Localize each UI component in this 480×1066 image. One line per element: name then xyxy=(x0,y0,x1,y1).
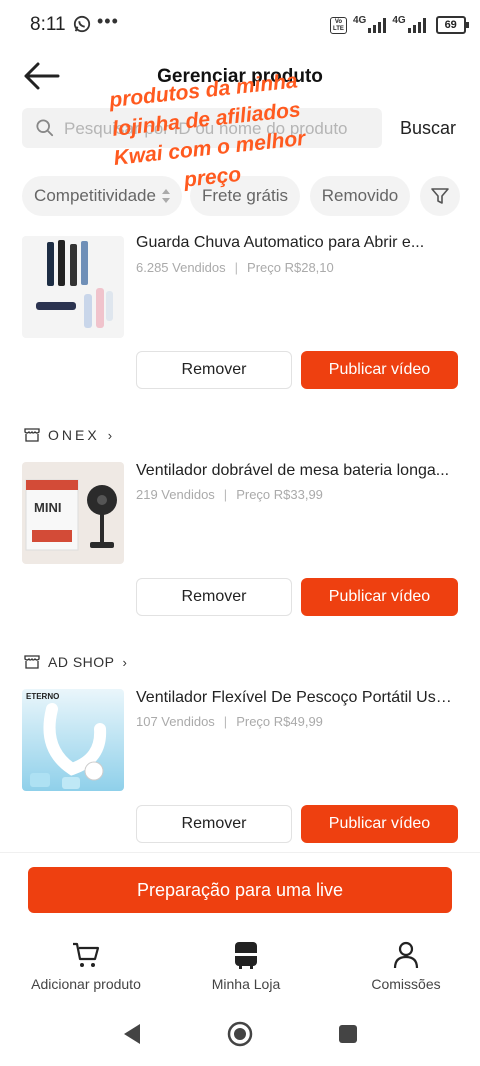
shop-link-onex[interactable]: ONEX › xyxy=(24,425,113,445)
volte-icon: Vo LTE xyxy=(330,16,347,34)
nav-recents-icon[interactable] xyxy=(338,1024,358,1044)
product-name[interactable]: Ventilador dobrável de mesa bateria long… xyxy=(136,462,456,480)
network-type-1: 4G xyxy=(353,14,367,26)
product-price: Preço R$28,10 xyxy=(247,260,334,275)
filter-label: Removido xyxy=(321,186,399,205)
filter-funnel-icon xyxy=(431,188,449,204)
tab-label: Adicionar produto xyxy=(31,976,141,992)
network-type-2: 4G xyxy=(392,14,406,26)
shop-name: AD SHOP xyxy=(48,654,115,670)
chevron-right-icon: › xyxy=(122,654,128,670)
status-bar: 8:11 ••• Vo LTE 4G 4G 69 xyxy=(0,0,480,52)
signal-icon-2 xyxy=(407,17,426,33)
cart-icon xyxy=(73,942,100,967)
system-nav-bar xyxy=(0,1010,480,1066)
store-bag-icon xyxy=(235,942,257,969)
store-icon xyxy=(24,428,40,442)
search-button[interactable]: Buscar xyxy=(400,118,456,139)
divider xyxy=(0,852,480,853)
nav-home-icon[interactable] xyxy=(227,1021,253,1047)
live-preparation-button[interactable]: Preparação para uma live xyxy=(28,867,452,913)
filter-button[interactable] xyxy=(420,176,460,216)
product-meta: 6.285 Vendidos | Preço R$28,10 xyxy=(136,260,334,275)
shop-name: ONEX xyxy=(48,427,100,443)
nav-back-icon[interactable] xyxy=(122,1022,142,1046)
product-image-fan[interactable]: MINI xyxy=(22,462,124,564)
signal-icon-1 xyxy=(368,17,387,33)
product-sold: 6.285 Vendidos xyxy=(136,260,226,275)
product-image-neck-fan[interactable]: ETERNO xyxy=(22,689,124,791)
product-name[interactable]: Ventilador Flexível De Pescoço Portátil … xyxy=(136,689,456,707)
product-sold: 107 Vendidos xyxy=(136,714,215,729)
product-box-brand: MINI xyxy=(34,500,61,515)
filter-removido[interactable]: Removido xyxy=(310,176,410,216)
person-icon xyxy=(393,941,419,969)
product-box-brand: ETERNO xyxy=(26,692,59,701)
more-notifications-icon: ••• xyxy=(97,11,119,31)
product-price: Preço R$49,99 xyxy=(236,714,323,729)
remove-button[interactable]: Remover xyxy=(136,578,292,616)
shop-link-ad-shop[interactable]: AD SHOP › xyxy=(24,652,127,672)
search-icon xyxy=(36,119,54,137)
tab-comissoes[interactable]: Comissões xyxy=(326,940,480,992)
product-meta: 107 Vendidos | Preço R$49,99 xyxy=(136,714,323,729)
store-icon xyxy=(24,655,40,669)
chevron-right-icon: › xyxy=(107,427,113,443)
whatsapp-icon xyxy=(73,15,91,33)
tab-adicionar-produto[interactable]: Adicionar produto xyxy=(6,940,166,992)
product-name[interactable]: Guarda Chuva Automatico para Abrir e... xyxy=(136,234,456,252)
remove-button[interactable]: Remover xyxy=(136,805,292,843)
tab-label: Comissões xyxy=(371,976,441,992)
product-meta: 219 Vendidos | Preço R$33,99 xyxy=(136,487,323,502)
remove-button[interactable]: Remover xyxy=(136,351,292,389)
status-time: 8:11 xyxy=(30,14,66,35)
publish-video-button[interactable]: Publicar vídeo xyxy=(301,805,458,843)
battery-icon: 69 xyxy=(435,16,469,34)
publish-video-button[interactable]: Publicar vídeo xyxy=(301,351,458,389)
product-sold: 219 Vendidos xyxy=(136,487,215,502)
tab-label: Minha Loja xyxy=(211,976,281,992)
publish-video-button[interactable]: Publicar vídeo xyxy=(301,578,458,616)
product-price: Preço R$33,99 xyxy=(236,487,323,502)
product-image-umbrella[interactable] xyxy=(22,236,124,338)
tab-minha-loja[interactable]: Minha Loja xyxy=(166,940,326,992)
